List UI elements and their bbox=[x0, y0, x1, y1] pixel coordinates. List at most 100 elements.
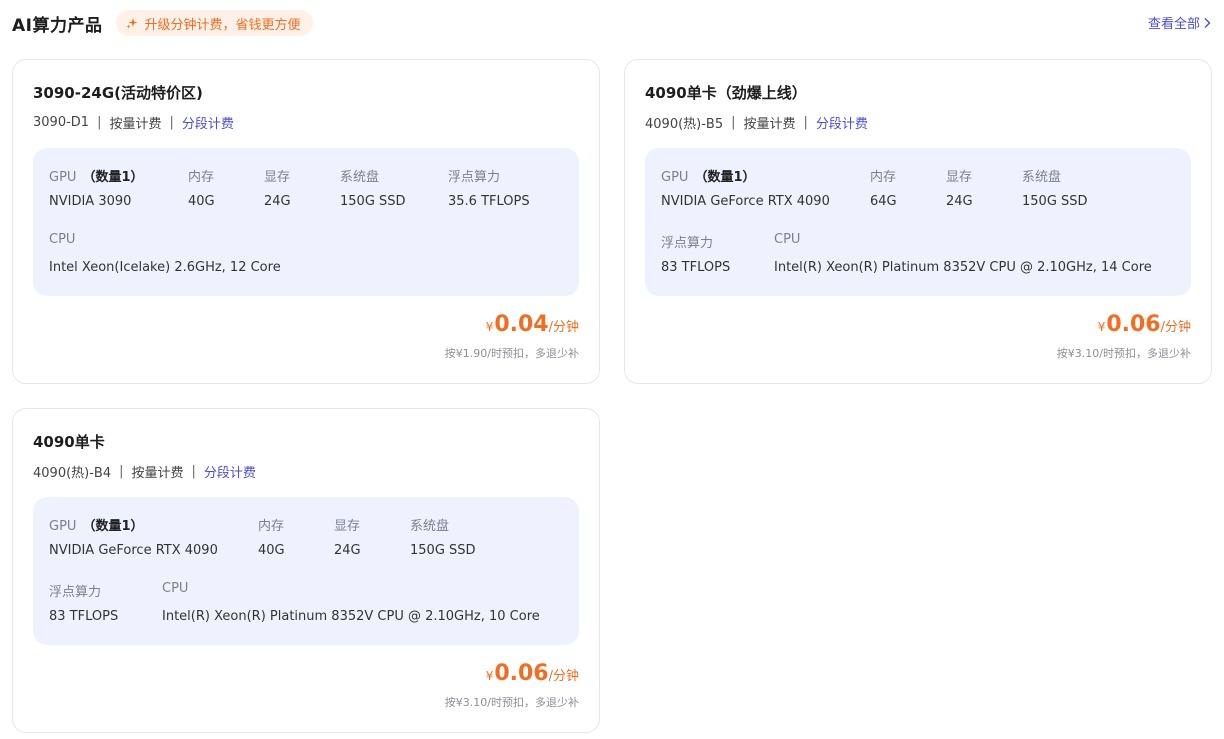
spec-value: NVIDIA 3090 bbox=[49, 194, 132, 209]
spec-cpu: CPU Intel Xeon(Icelake) 2.6GHz, 12 Core bbox=[49, 232, 281, 275]
spec-label: 系统盘 bbox=[410, 519, 450, 534]
spec-panel: GPU （数量1） NVIDIA GeForce RTX 4090 内存 40G … bbox=[33, 497, 579, 645]
spec-gpu: GPU （数量1） NVIDIA GeForce RTX 4090 bbox=[49, 515, 218, 558]
spec-flops: 浮点算力 83 TFLOPS bbox=[49, 581, 118, 624]
section-header: AI算力产品 升级分钟计费，省钱更方便 查看全部 bbox=[12, 8, 1212, 38]
spec-value: 24G bbox=[264, 194, 291, 209]
view-all-link[interactable]: 查看全部 bbox=[1148, 13, 1212, 32]
spec-label: 系统盘 bbox=[1022, 170, 1062, 185]
spec-value: 35.6 TFLOPS bbox=[448, 194, 530, 209]
spec-value: 64G bbox=[870, 194, 897, 209]
spec-memory: 内存 40G bbox=[188, 166, 215, 209]
spec-value: 24G bbox=[334, 543, 361, 558]
spec-memory: 内存 64G bbox=[870, 166, 897, 209]
spec-value: Intel Xeon(Icelake) 2.6GHz, 12 Core bbox=[49, 260, 281, 275]
spec-vram: 显存 24G bbox=[946, 166, 973, 209]
spec-label: GPU bbox=[49, 170, 77, 185]
spec-vram: 显存 24G bbox=[264, 166, 291, 209]
price: ¥ 0.06 /分钟 bbox=[486, 661, 579, 686]
divider: | bbox=[731, 115, 736, 130]
spec-label: 显存 bbox=[946, 170, 973, 185]
price-amount: 0.06 bbox=[1106, 312, 1161, 337]
chevron-right-icon bbox=[1204, 17, 1211, 28]
divider: | bbox=[119, 464, 124, 479]
billing-mode: 按量计费 bbox=[743, 117, 796, 132]
price: ¥ 0.06 /分钟 bbox=[1098, 312, 1191, 337]
price-note: 按¥3.10/时预扣，多退少补 bbox=[1056, 347, 1191, 360]
spec-label: 内存 bbox=[188, 170, 215, 185]
spec-gpu: GPU （数量1） NVIDIA 3090 bbox=[49, 166, 143, 209]
product-name: 4090单卡 bbox=[33, 433, 105, 451]
price: ¥ 0.04 /分钟 bbox=[486, 312, 579, 337]
product-code: 4090(热)-B4 bbox=[33, 466, 112, 481]
spec-flops: 浮点算力 35.6 TFLOPS bbox=[448, 166, 530, 209]
gpu-quantity: （数量1） bbox=[82, 170, 144, 185]
segment-billing-link[interactable]: 分段计费 bbox=[204, 462, 256, 481]
promo-badge: 升级分钟计费，省钱更方便 bbox=[116, 10, 313, 36]
billing-mode: 按量计费 bbox=[131, 466, 184, 481]
spec-disk: 系统盘 150G SSD bbox=[340, 166, 406, 209]
spec-label: 显存 bbox=[264, 170, 291, 185]
spec-disk: 系统盘 150G SSD bbox=[1022, 166, 1088, 209]
spec-value: NVIDIA GeForce RTX 4090 bbox=[661, 194, 830, 209]
product-card[interactable]: 4090单卡 4090(热)-B4 | 按量计费 | 分段计费 GPU （数量1）… bbox=[12, 408, 600, 733]
spec-panel: GPU （数量1） NVIDIA GeForce RTX 4090 内存 64G … bbox=[645, 148, 1191, 296]
price-unit: /分钟 bbox=[1160, 320, 1191, 335]
product-card[interactable]: 3090-24G(活动特价区) 3090-D1 | 按量计费 | 分段计费 GP… bbox=[12, 59, 600, 384]
price-note: 按¥1.90/时预扣，多退少补 bbox=[444, 347, 579, 360]
spec-value: Intel(R) Xeon(R) Platinum 8352V CPU @ 2.… bbox=[774, 260, 1152, 275]
divider: | bbox=[191, 464, 196, 479]
price-unit: /分钟 bbox=[548, 320, 579, 335]
view-all-label: 查看全部 bbox=[1147, 17, 1200, 32]
spec-label: 浮点算力 bbox=[49, 585, 102, 600]
spec-panel: GPU （数量1） NVIDIA 3090 内存 40G 显存 24G 系统盘 1… bbox=[33, 148, 579, 296]
spec-value: Intel(R) Xeon(R) Platinum 8352V CPU @ 2.… bbox=[162, 609, 540, 624]
price-amount: 0.06 bbox=[494, 661, 549, 686]
spec-label: CPU bbox=[774, 232, 801, 247]
spec-disk: 系统盘 150G SSD bbox=[410, 515, 476, 558]
gpu-quantity: （数量1） bbox=[694, 170, 756, 185]
spec-value: 83 TFLOPS bbox=[49, 609, 119, 624]
spec-gpu: GPU （数量1） NVIDIA GeForce RTX 4090 bbox=[661, 166, 830, 209]
product-card[interactable]: 4090单卡（劲爆上线） 4090(热)-B5 | 按量计费 | 分段计费 GP… bbox=[624, 59, 1212, 384]
product-code: 3090-D1 bbox=[33, 115, 90, 130]
product-meta: 4090(热)-B5 | 按量计费 | 分段计费 bbox=[645, 113, 868, 132]
spec-memory: 内存 40G bbox=[258, 515, 285, 558]
currency-symbol: ¥ bbox=[1097, 320, 1106, 334]
billing-mode: 按量计费 bbox=[109, 117, 162, 132]
spec-value: 150G SSD bbox=[340, 194, 406, 209]
spec-label: 浮点算力 bbox=[448, 170, 501, 185]
spec-label: GPU bbox=[661, 170, 689, 185]
product-name: 4090单卡（劲爆上线） bbox=[645, 84, 807, 102]
promo-text: 升级分钟计费，省钱更方便 bbox=[144, 17, 301, 33]
spec-cpu: CPU Intel(R) Xeon(R) Platinum 8352V CPU … bbox=[774, 232, 1152, 275]
spec-value: 83 TFLOPS bbox=[661, 260, 731, 275]
price-amount: 0.04 bbox=[494, 312, 549, 337]
price-unit: /分钟 bbox=[548, 669, 579, 684]
spec-value: 40G bbox=[188, 194, 215, 209]
segment-billing-link[interactable]: 分段计费 bbox=[182, 113, 234, 132]
spec-flops: 浮点算力 83 TFLOPS bbox=[661, 232, 730, 275]
product-name: 3090-24G(活动特价区) bbox=[33, 84, 203, 102]
spec-label: GPU bbox=[49, 519, 77, 534]
spec-label: 内存 bbox=[870, 170, 897, 185]
spec-value: 24G bbox=[946, 194, 973, 209]
spec-label: 浮点算力 bbox=[661, 236, 714, 251]
section-title: AI算力产品 bbox=[12, 15, 103, 36]
spec-label: CPU bbox=[49, 232, 76, 247]
spec-vram: 显存 24G bbox=[334, 515, 361, 558]
spec-value: 150G SSD bbox=[1022, 194, 1088, 209]
gpu-quantity: （数量1） bbox=[82, 519, 144, 534]
divider: | bbox=[97, 115, 102, 130]
product-code: 4090(热)-B5 bbox=[645, 117, 724, 132]
spec-label: CPU bbox=[162, 581, 189, 596]
sparkle-icon bbox=[126, 18, 138, 29]
price-note: 按¥3.10/时预扣，多退少补 bbox=[444, 696, 579, 709]
spec-label: 显存 bbox=[334, 519, 361, 534]
segment-billing-link[interactable]: 分段计费 bbox=[816, 113, 868, 132]
product-meta: 3090-D1 | 按量计费 | 分段计费 bbox=[33, 113, 234, 132]
spec-value: NVIDIA GeForce RTX 4090 bbox=[49, 543, 218, 558]
currency-symbol: ¥ bbox=[485, 320, 494, 334]
spec-value: 40G bbox=[258, 543, 285, 558]
spec-label: 内存 bbox=[258, 519, 285, 534]
